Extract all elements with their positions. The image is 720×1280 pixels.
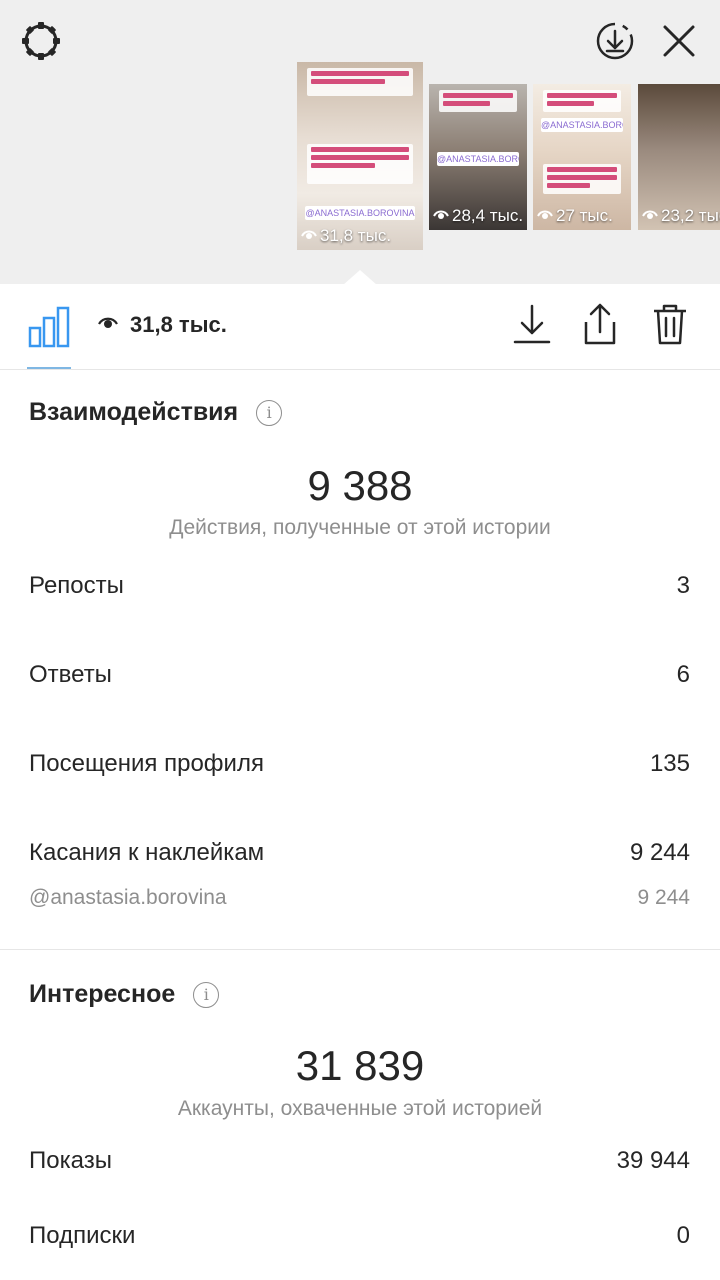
insights-tab[interactable] (27, 302, 71, 350)
delete-button[interactable] (648, 302, 692, 350)
bar-chart-icon (27, 306, 71, 354)
discovery-section: Интересное i 31 839 Аккаунты, охваченные… (0, 950, 720, 1280)
story-text-overlay (543, 90, 621, 112)
story-thumbnail[interactable]: @ANASTASIA.BOROVINA 27 тыс. (533, 84, 631, 230)
eye-icon (537, 206, 553, 226)
download-button[interactable] (510, 302, 554, 350)
metric-row-impressions: Показы 39 944 (29, 1147, 690, 1175)
mention-sticker: @ANASTASIA.BOROVINA (305, 206, 415, 220)
metric-value: 3 (676, 572, 690, 599)
eye-icon (98, 315, 118, 336)
interactions-total: 9 388 (307, 462, 413, 509)
metric-row-sticker-mention[interactable]: @anastasia.borovina 9 244 (29, 886, 690, 910)
views-count: 31,8 тыс. (130, 312, 227, 337)
metric-value: 6 (676, 661, 690, 688)
views-summary: 31,8 тыс. (98, 312, 227, 338)
story-text-overlay (307, 68, 413, 96)
metric-row-reposts: Репосты 3 (29, 572, 690, 600)
share-icon (580, 302, 620, 351)
story-text-overlay (439, 90, 517, 112)
story-views: 27 тыс. (537, 206, 613, 226)
discovery-total: 31 839 (295, 1042, 425, 1089)
metric-label: Ответы (29, 661, 112, 688)
discovery-caption: Аккаунты, охваченные этой историей (177, 1097, 543, 1120)
metric-row-replies: Ответы 6 (29, 661, 690, 689)
eye-icon (301, 226, 317, 246)
metric-row-follows: Подписки 0 (29, 1222, 690, 1250)
story-thumbnail[interactable]: 23,2 тыс. (638, 84, 720, 230)
metric-value: 39 944 (616, 1147, 690, 1174)
metric-label: Репосты (29, 572, 124, 599)
gear-icon (19, 19, 63, 68)
story-views: 31,8 тыс. (301, 226, 391, 246)
trash-icon (651, 302, 689, 351)
interactions-header: Взаимодействия i (29, 398, 283, 427)
discovery-header: Интересное i (29, 980, 220, 1009)
interactions-section: Взаимодействия i 9 388 Действия, получен… (0, 370, 720, 950)
share-button[interactable] (578, 302, 622, 350)
download-circle-icon (594, 20, 636, 67)
mention-sticker: @ANASTASIA.BOROVINA (541, 118, 623, 132)
selected-story-pointer (343, 270, 377, 285)
download-icon (512, 303, 552, 350)
metric-label: Посещения профиля (29, 750, 264, 777)
story-views: 28,4 тыс. (433, 206, 523, 226)
story-text-overlay (307, 144, 413, 184)
save-story-button[interactable] (592, 20, 638, 66)
info-icon[interactable]: i (193, 981, 220, 1008)
story-text-overlay (543, 164, 621, 194)
section-title: Взаимодействия (29, 398, 239, 426)
settings-button[interactable] (18, 20, 64, 66)
metric-value: 9 244 (637, 886, 690, 909)
eye-icon (642, 206, 658, 226)
close-button[interactable] (656, 20, 702, 66)
metric-row-sticker-taps: Касания к наклейкам 9 244 (29, 839, 690, 867)
story-thumbnails: @ANASTASIA.BOROVINA 31,8 тыс. @ANASTASIA… (0, 62, 720, 262)
metric-label: Подписки (29, 1222, 136, 1249)
metric-value: 135 (649, 750, 690, 777)
metric-value: 9 244 (629, 839, 690, 866)
metric-label: Показы (29, 1147, 112, 1174)
story-thumbnail[interactable]: @ANASTASIA.BOROVINA 31,8 тыс. (297, 62, 423, 250)
story-views: 23,2 тыс. (642, 206, 720, 226)
metric-value: 0 (676, 1222, 690, 1249)
eye-icon (433, 206, 449, 226)
close-icon (661, 23, 697, 64)
story-thumbnail[interactable]: @ANASTASIA.BOROVINA 28,4 тыс. (429, 84, 527, 230)
metric-label: Касания к наклейкам (29, 839, 265, 866)
insights-toolbar: 31,8 тыс. (0, 284, 720, 370)
metric-label: @anastasia.borovina (29, 886, 227, 909)
active-tab-indicator (27, 367, 71, 369)
info-icon[interactable]: i (256, 399, 283, 426)
interactions-caption: Действия, полученные от этой истории (169, 516, 551, 539)
story-carousel: @ANASTASIA.BOROVINA 31,8 тыс. @ANASTASIA… (0, 0, 720, 285)
metric-row-profile-visits: Посещения профиля 135 (29, 750, 690, 778)
section-title: Интересное (29, 980, 176, 1008)
mention-sticker: @ANASTASIA.BOROVINA (437, 152, 519, 166)
